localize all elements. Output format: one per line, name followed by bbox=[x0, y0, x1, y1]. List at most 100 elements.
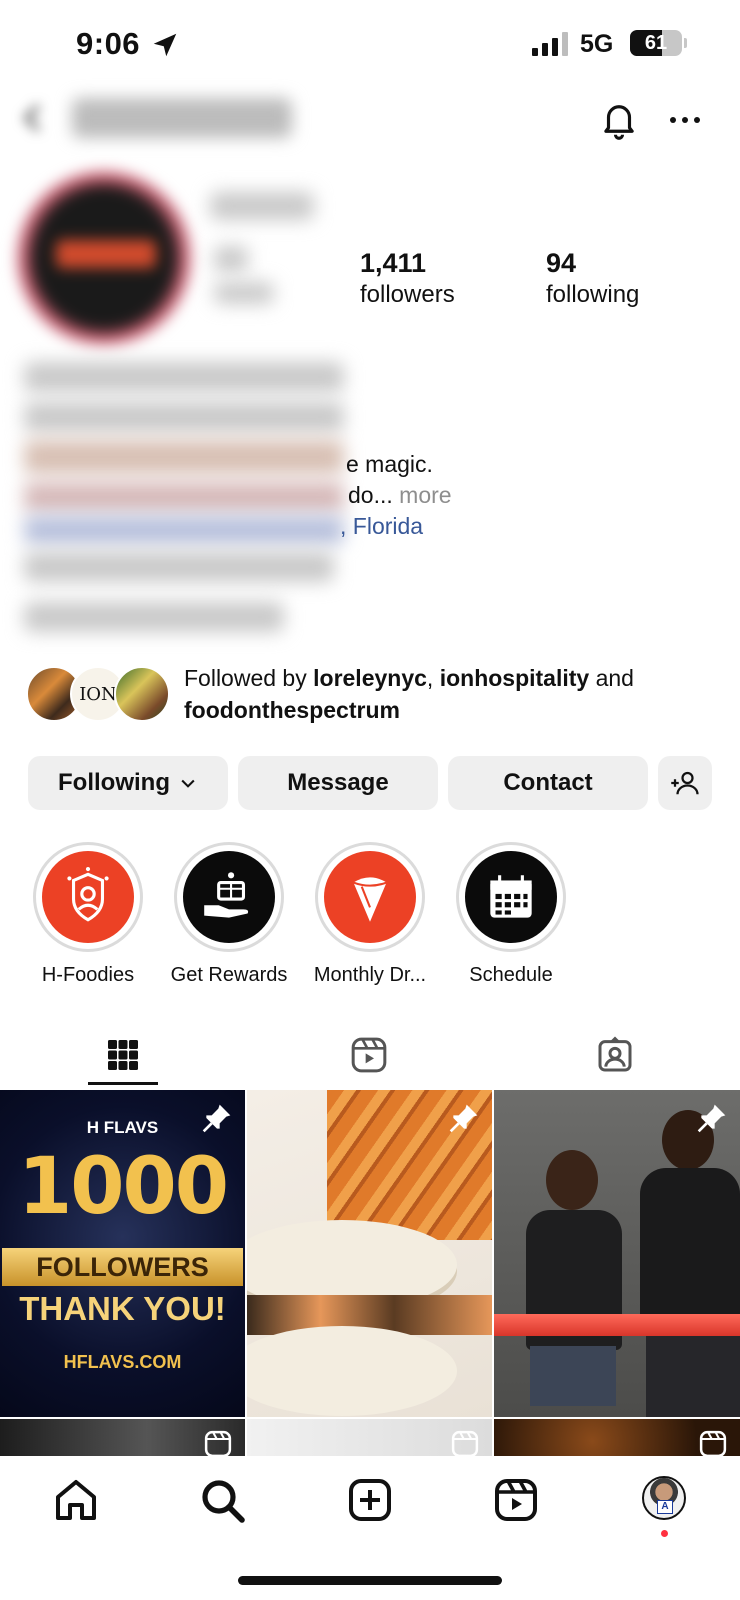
profile-avatar[interactable] bbox=[16, 170, 192, 346]
highlight-ring bbox=[33, 842, 143, 952]
blurred-bio bbox=[24, 402, 344, 432]
back-arrow-icon[interactable] bbox=[16, 100, 52, 136]
blurred-bio bbox=[24, 552, 334, 582]
home-icon[interactable] bbox=[52, 1476, 100, 1524]
post-thumbnail-2[interactable] bbox=[247, 1090, 492, 1417]
pin-icon bbox=[449, 1104, 478, 1133]
reel-indicator-icon bbox=[699, 1430, 727, 1456]
post1-line2: THANK YOU! bbox=[19, 1290, 226, 1327]
blurred-bio-link bbox=[24, 516, 344, 544]
reel-indicator-icon bbox=[204, 1430, 232, 1456]
bio-visible-text: do... bbox=[348, 482, 393, 508]
following-label: following bbox=[546, 281, 640, 308]
post1-big-number: 1000 bbox=[17, 1142, 229, 1232]
contact-button-label: Contact bbox=[503, 769, 593, 796]
followers-count: 1,411 bbox=[360, 248, 427, 278]
signal-icon bbox=[532, 32, 568, 56]
followers-label: followers bbox=[360, 281, 455, 308]
tab-posts-grid[interactable] bbox=[0, 1022, 246, 1088]
followers-stat[interactable]: 1,411 followers bbox=[360, 248, 455, 309]
bio-location-link[interactable]: , Florida bbox=[340, 513, 423, 540]
blurred-posts-stat bbox=[210, 192, 314, 220]
highlight-label: Schedule bbox=[469, 964, 553, 986]
followed-by-user-2[interactable]: ionhospitality bbox=[440, 665, 590, 691]
followed-by-user-1[interactable]: loreleynyc bbox=[313, 665, 427, 691]
highlight-monthly-drop[interactable]: Monthly Dr... bbox=[309, 842, 431, 987]
crepe-icon bbox=[353, 877, 387, 922]
highlight-ring bbox=[315, 842, 425, 952]
search-icon[interactable] bbox=[198, 1476, 246, 1524]
highlight-schedule[interactable]: Schedule bbox=[450, 842, 572, 987]
reward-hand-icon bbox=[204, 872, 249, 918]
highlight-cover bbox=[465, 851, 557, 943]
followed-by-avatars[interactable]: ION bbox=[26, 666, 172, 722]
blurred-bio bbox=[24, 440, 344, 474]
blurred-posts-stat-2 bbox=[214, 246, 248, 272]
username-title-blurred bbox=[72, 98, 292, 138]
followed-by-and: and bbox=[589, 665, 634, 691]
followed-by-user-3[interactable]: foodonthespectrum bbox=[184, 697, 400, 723]
bottom-nav: A bbox=[0, 1456, 740, 1600]
location-arrow-icon bbox=[153, 33, 177, 57]
following-button-label: Following bbox=[58, 769, 170, 796]
grid-icon bbox=[108, 1040, 138, 1070]
tab-reels[interactable] bbox=[246, 1022, 492, 1088]
tagged-icon bbox=[598, 1036, 632, 1072]
following-stat[interactable]: 94 following bbox=[546, 248, 639, 309]
notification-dot bbox=[661, 1530, 668, 1537]
reels-icon[interactable] bbox=[492, 1476, 540, 1524]
home-indicator bbox=[238, 1576, 502, 1585]
status-bar: 9:06 5G 61 bbox=[0, 0, 740, 90]
reels-icon bbox=[351, 1037, 387, 1073]
post-thumbnail-6[interactable] bbox=[494, 1419, 740, 1456]
bio-text-line-2: do... more bbox=[348, 482, 452, 509]
active-tab-indicator bbox=[88, 1082, 158, 1085]
highlight-cover bbox=[324, 851, 416, 943]
red-ribbon bbox=[494, 1314, 740, 1336]
post-thumbnail-3[interactable] bbox=[494, 1090, 740, 1417]
post1-line1: FOLLOWERS bbox=[36, 1252, 209, 1282]
person-right bbox=[626, 1110, 740, 1417]
highlight-h-foodies[interactable]: H-Foodies bbox=[27, 842, 149, 987]
more-icon[interactable] bbox=[668, 108, 702, 132]
chevron-down-icon bbox=[181, 779, 195, 788]
blurred-posts-stat-3 bbox=[214, 282, 274, 304]
message-button-label: Message bbox=[287, 769, 389, 796]
followed-by-text[interactable]: Followed by loreleynyc, ionhospitality a… bbox=[184, 662, 704, 726]
reel-indicator-icon bbox=[451, 1430, 479, 1456]
following-button[interactable]: Following bbox=[28, 756, 228, 810]
bell-icon[interactable] bbox=[598, 98, 640, 140]
suggest-users-button[interactable] bbox=[658, 756, 712, 810]
highlight-cover bbox=[183, 851, 275, 943]
highlight-label: Monthly Dr... bbox=[313, 964, 427, 986]
bio-text-line: e magic. bbox=[346, 451, 433, 477]
battery-cap bbox=[684, 38, 687, 48]
blurred-bio bbox=[24, 482, 344, 512]
post1-site: HFLAVS.COM bbox=[63, 1352, 182, 1372]
message-button[interactable]: Message bbox=[238, 756, 438, 810]
highlight-cover bbox=[42, 851, 134, 943]
pin-icon bbox=[697, 1104, 726, 1133]
post-thumbnail-4[interactable] bbox=[0, 1419, 245, 1456]
create-icon[interactable] bbox=[346, 1476, 394, 1524]
followed-by-separator: , bbox=[426, 665, 440, 691]
blurred-bio bbox=[24, 602, 284, 632]
bio-more-link[interactable]: more bbox=[399, 482, 451, 508]
calendar-icon bbox=[490, 875, 532, 918]
profile-avatar[interactable]: A bbox=[642, 1476, 686, 1520]
badge-icon bbox=[67, 867, 109, 922]
post-thumbnail-5[interactable] bbox=[247, 1419, 492, 1456]
contact-button[interactable]: Contact bbox=[448, 756, 648, 810]
avatar-shirt-letter: A bbox=[657, 1500, 673, 1514]
network-type: 5G bbox=[580, 30, 614, 58]
highlight-get-rewards[interactable]: Get Rewards bbox=[168, 842, 290, 987]
pin-icon bbox=[202, 1104, 231, 1133]
bao-bottom bbox=[247, 1326, 457, 1416]
highlight-ring bbox=[456, 842, 566, 952]
followed-by-prefix: Followed by bbox=[184, 665, 314, 691]
post-thumbnail-1[interactable]: H FLAVS 1000 FOLLOWERS THANK YOU! HFLAVS… bbox=[0, 1090, 245, 1417]
status-time: 9:06 bbox=[76, 26, 141, 61]
battery-percent: 61 bbox=[644, 32, 668, 54]
tab-tagged[interactable] bbox=[492, 1022, 738, 1088]
highlight-label: Get Rewards bbox=[170, 964, 288, 986]
